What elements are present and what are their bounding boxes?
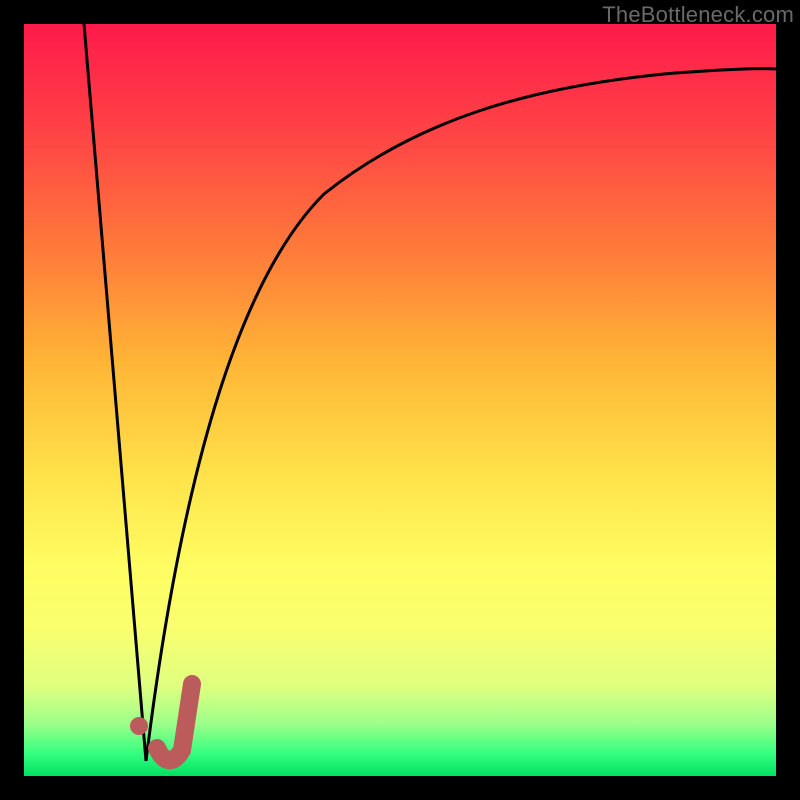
mark-j-stroke [157,684,192,760]
watermark-text: TheBottleneck.com [602,2,794,28]
curve-right [146,69,776,761]
mark-dot [130,717,148,735]
curve-left [84,24,146,761]
chart-svg [24,24,776,776]
chart-frame [24,24,776,776]
